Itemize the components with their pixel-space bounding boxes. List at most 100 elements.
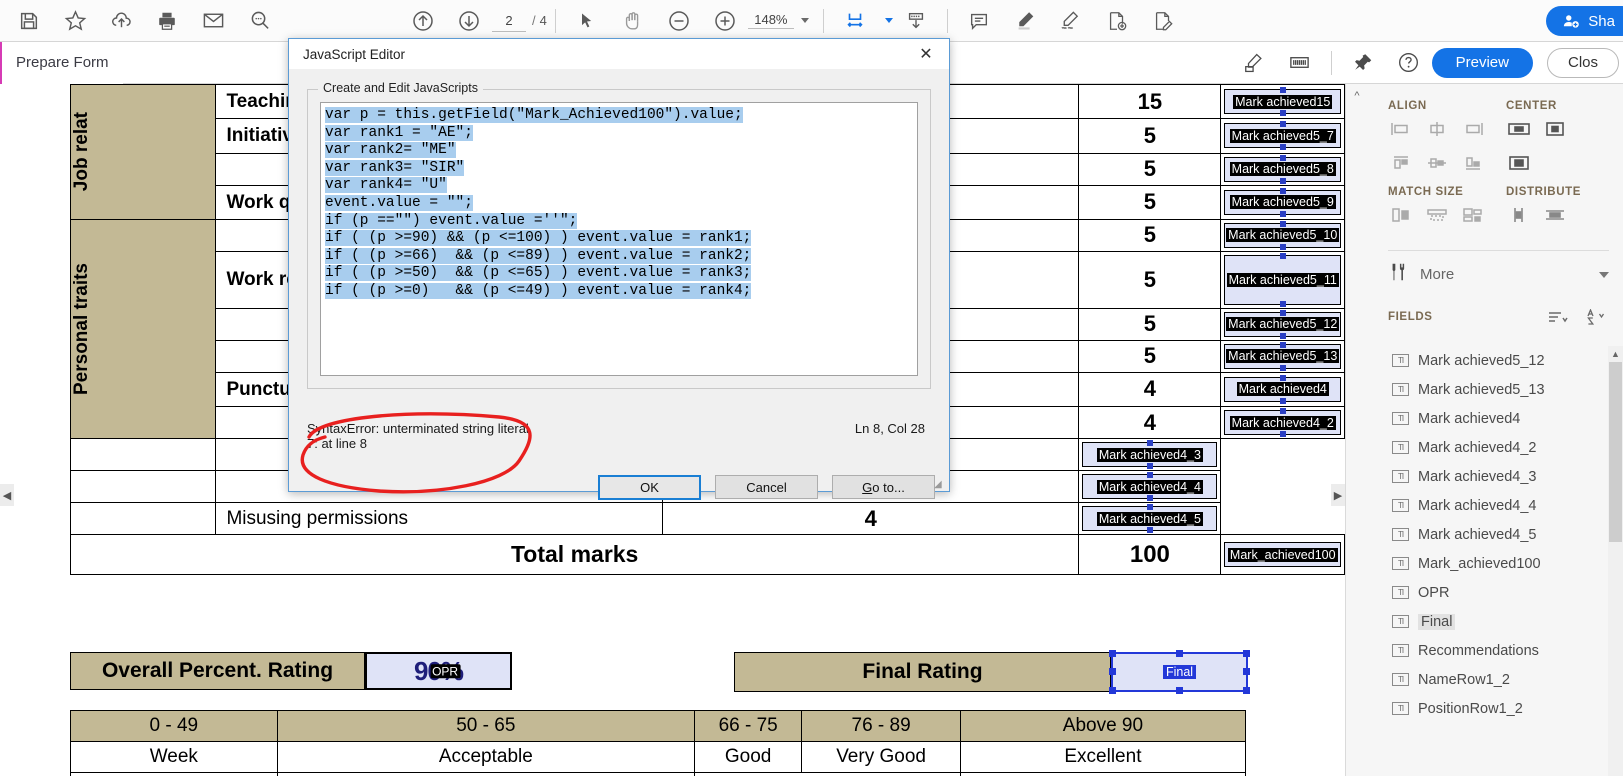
resize-handle-br[interactable] xyxy=(1243,687,1250,694)
field-list-item[interactable]: TI Mark achieved4_3 xyxy=(1388,462,1607,491)
form-field[interactable]: Mark achieved5_13 xyxy=(1224,341,1341,371)
field-handle-top[interactable] xyxy=(1279,309,1286,316)
resize-handle-tl[interactable] xyxy=(1109,650,1116,657)
field-handle-top[interactable] xyxy=(1279,408,1286,415)
field-handle-bot[interactable] xyxy=(1279,210,1286,217)
opr-field[interactable]: 90% OPR xyxy=(365,652,512,690)
pin-icon[interactable] xyxy=(1340,44,1386,82)
resize-handle-bc[interactable] xyxy=(1175,687,1183,694)
field-list-item[interactable]: TI PositionRow1_2 xyxy=(1388,694,1607,723)
preview-button[interactable]: Preview xyxy=(1431,47,1533,78)
goto-button[interactable]: Go to... xyxy=(832,475,935,499)
fields-scrollbar[interactable]: ▲ xyxy=(1608,346,1623,776)
form-field[interactable]: Mark_achieved100 xyxy=(1224,542,1341,568)
field-handle-top[interactable] xyxy=(1279,374,1286,381)
field-handle-bot[interactable] xyxy=(1279,300,1286,307)
fields-sort-order-icon[interactable] xyxy=(1545,306,1571,328)
search-icon[interactable] xyxy=(236,2,282,40)
field-handle-bot[interactable] xyxy=(1146,495,1153,502)
form-field[interactable]: Mark achieved5_11 xyxy=(1224,252,1341,307)
field-list-item[interactable]: TI Mark achieved4 xyxy=(1388,404,1607,433)
field-handle-bot[interactable] xyxy=(1279,144,1286,151)
form-field[interactable]: Mark achieved5_8 xyxy=(1224,154,1341,184)
resize-handle-tc[interactable] xyxy=(1175,650,1183,657)
panel-collapse-icon[interactable]: ^ xyxy=(1348,86,1366,106)
edit-page-icon[interactable] xyxy=(1140,2,1186,40)
align-right-icon[interactable] xyxy=(1460,118,1486,140)
center-both-icon[interactable] xyxy=(1506,152,1532,174)
next-page-arrow[interactable]: ▶ xyxy=(1331,484,1345,506)
ok-button[interactable]: OK xyxy=(598,475,701,500)
field-list-item[interactable]: TI Recommendations xyxy=(1388,636,1607,665)
field-handle-top[interactable] xyxy=(1279,220,1286,227)
hand-tool-icon[interactable] xyxy=(610,2,656,40)
field-handle-top[interactable] xyxy=(1279,252,1286,259)
resize-handle-bl[interactable] xyxy=(1109,687,1116,694)
field-handle-bot[interactable] xyxy=(1146,463,1153,470)
form-field[interactable]: Mark achieved5_9 xyxy=(1224,187,1341,217)
fit-dropdown-caret[interactable] xyxy=(884,18,893,23)
align-vertical-center-icon[interactable] xyxy=(1424,118,1450,140)
more-caret-icon[interactable] xyxy=(1599,271,1609,278)
align-middle-icon[interactable] xyxy=(1424,152,1450,174)
distribute-vertically-icon[interactable] xyxy=(1506,204,1532,226)
dialog-resize-grip[interactable]: ◢ xyxy=(934,479,946,491)
form-field[interactable]: Mark achieved4_4 xyxy=(1082,472,1218,502)
form-field[interactable]: Mark achieved5_7 xyxy=(1224,121,1341,151)
field-handle-bot[interactable] xyxy=(1279,177,1286,184)
form-field[interactable]: Mark achieved5_10 xyxy=(1224,220,1341,250)
field-list-item[interactable]: TI Mark achieved4_2 xyxy=(1388,433,1607,462)
cloud-upload-icon[interactable] xyxy=(98,2,144,40)
highlight-icon[interactable] xyxy=(1002,2,1048,40)
tab-prepare-form[interactable]: Prepare Form xyxy=(0,41,123,84)
fields-list[interactable]: TI Mark achieved5_12 TI Mark achieved5_13 TI… xyxy=(1388,346,1607,776)
cancel-button[interactable]: Cancel xyxy=(715,475,818,499)
align-left-icon[interactable] xyxy=(1388,118,1414,140)
comment-icon[interactable] xyxy=(956,2,1002,40)
field-handle-top[interactable] xyxy=(1146,504,1153,511)
javascript-editor-dialog[interactable]: JavaScript Editor ✕ Create and Edit Java… xyxy=(288,38,950,500)
fields-sort-alpha-icon[interactable] xyxy=(1583,306,1609,328)
download-icon[interactable] xyxy=(893,2,939,40)
sign-icon[interactable] xyxy=(1048,2,1094,40)
field-handle-bot[interactable] xyxy=(1279,332,1286,339)
zoom-out-icon[interactable] xyxy=(656,2,702,40)
help-icon[interactable] xyxy=(1386,44,1432,82)
field-handle-top[interactable] xyxy=(1279,341,1286,348)
field-handle-top[interactable] xyxy=(1279,87,1286,94)
field-handle-bot[interactable] xyxy=(1279,431,1286,438)
resize-handle-mr[interactable] xyxy=(1243,668,1250,675)
form-field[interactable]: Mark achieved15 xyxy=(1224,87,1341,117)
field-list-item[interactable]: TI NameRow1_2 xyxy=(1388,665,1607,694)
field-list-item[interactable]: TI Mark achieved4_5 xyxy=(1388,520,1607,549)
print-icon[interactable] xyxy=(144,2,190,40)
prev-page-arrow[interactable]: ◀ xyxy=(0,484,14,506)
match-both-icon[interactable] xyxy=(1460,204,1486,226)
more-tools-row[interactable]: More xyxy=(1388,261,1609,288)
align-top-icon[interactable] xyxy=(1388,152,1414,174)
field-list-item[interactable]: TI OPR xyxy=(1388,578,1607,607)
close-form-button[interactable]: Clos xyxy=(1546,47,1619,78)
zoom-dropdown-caret[interactable] xyxy=(800,18,809,23)
add-page-icon[interactable] xyxy=(1094,2,1140,40)
page-down-icon[interactable] xyxy=(446,2,492,40)
fields-scroll-up-arrow[interactable]: ▲ xyxy=(1608,346,1623,362)
form-field[interactable]: Mark achieved4_2 xyxy=(1224,408,1341,438)
email-icon[interactable] xyxy=(190,2,236,40)
field-handle-top[interactable] xyxy=(1279,187,1286,194)
form-field[interactable]: Mark achieved5_12 xyxy=(1224,309,1341,339)
close-icon[interactable]: ✕ xyxy=(909,40,943,68)
barcode-field-icon[interactable] xyxy=(1277,44,1323,82)
field-handle-bot[interactable] xyxy=(1279,243,1286,250)
field-handle-bot[interactable] xyxy=(1279,364,1286,371)
field-handle-top[interactable] xyxy=(1146,440,1153,447)
field-list-item[interactable]: TI Mark achieved5_12 xyxy=(1388,346,1607,375)
center-horizontally-icon[interactable] xyxy=(1506,118,1532,140)
page-up-icon[interactable] xyxy=(400,2,446,40)
distribute-horizontally-icon[interactable] xyxy=(1542,204,1568,226)
field-list-item[interactable]: TI Final xyxy=(1388,607,1607,636)
form-field[interactable]: Mark achieved4 xyxy=(1224,374,1341,404)
save-icon[interactable] xyxy=(6,2,52,40)
field-handle-bot[interactable] xyxy=(1146,527,1153,534)
align-bottom-icon[interactable] xyxy=(1460,152,1486,174)
